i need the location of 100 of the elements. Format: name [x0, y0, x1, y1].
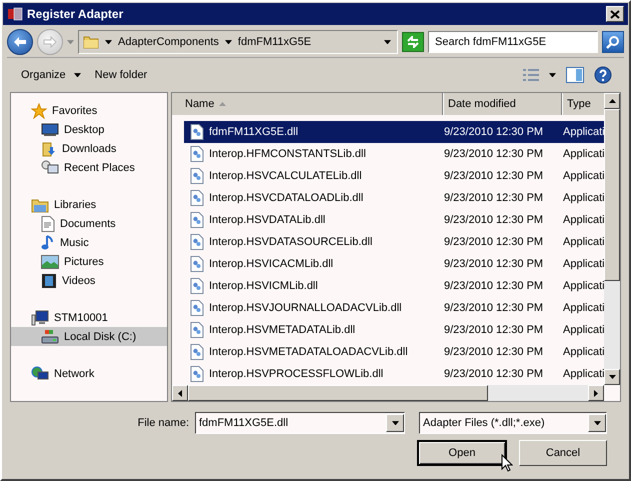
nav-item-label: Downloads — [62, 142, 116, 154]
drive-icon — [41, 328, 59, 344]
nav-item[interactable]: Local Disk (C:) — [11, 327, 167, 346]
scroll-thumb[interactable] — [604, 109, 620, 281]
pane-icon — [566, 67, 584, 83]
file-name: Interop.HSVPROCESSFLOWLib.dll — [209, 368, 384, 380]
file-gear-icon — [190, 234, 204, 250]
view-menu-button[interactable] — [547, 70, 558, 80]
file-row[interactable]: Interop.HSVICACMLib.dll 9/23/2010 12:30 PM Applicati — [184, 253, 604, 275]
breadcrumb-item[interactable]: fdmFM11xG5E — [238, 36, 312, 48]
window-title: Register Adapter — [27, 7, 124, 21]
nav-group-item[interactable]: STM10001 — [11, 308, 167, 327]
file-row[interactable]: Interop.HSVCALCULATELib.dll 9/23/2010 12:30 PM Applicati — [184, 165, 604, 187]
left-arrow-icon — [178, 390, 182, 396]
dropdown-button[interactable] — [386, 414, 404, 432]
scroll-thumb[interactable] — [188, 385, 488, 401]
column-header[interactable]: Date modified — [444, 93, 563, 115]
file-row[interactable]: Interop.HSVJOURNALLOADACVLib.dll 9/23/2010 12:30 PM Applicati — [184, 297, 604, 319]
file-type: Applicati — [563, 280, 604, 292]
file-gear-icon — [190, 168, 204, 184]
file-type: Applicati — [563, 192, 604, 204]
dropdown-caret-icon — [384, 40, 391, 44]
search-field[interactable]: Search fdmFM11xG5E — [428, 31, 598, 53]
file-gear-icon — [190, 322, 204, 338]
scroll-right-button[interactable] — [588, 385, 604, 401]
nav-group-item[interactable]: Favorites — [11, 101, 167, 120]
toolbar-button[interactable]: Organize — [17, 66, 85, 84]
music-note-icon — [41, 234, 55, 250]
column-header[interactable]: Name — [172, 93, 444, 115]
scroll-up-button[interactable] — [604, 93, 620, 109]
dialog-button[interactable]: Cancel — [519, 440, 607, 466]
date-modified: 9/23/2010 12:30 PM — [444, 214, 544, 226]
file-row[interactable]: Interop.HSVICMLib.dll 9/23/2010 12:30 PM Applicati — [184, 275, 604, 297]
down-arrow-icon — [608, 375, 616, 379]
file-gear-icon — [190, 146, 204, 162]
caret-icon — [392, 420, 398, 426]
close-button[interactable] — [606, 6, 624, 22]
monitor-icon — [41, 122, 59, 138]
file-type-dropdown[interactable]: Adapter Files (*.dll;*.exe) — [419, 412, 607, 434]
file-row[interactable]: Interop.HSVDATALib.dll 9/23/2010 12:30 PM Applicati — [184, 209, 604, 231]
nav-item[interactable]: Downloads — [11, 139, 167, 158]
back-button[interactable] — [7, 29, 33, 55]
file-row[interactable]: fdmFM11XG5E.dll 9/23/2010 12:30 PM Applicati — [184, 121, 604, 143]
file-row[interactable]: Interop.HSVCDATALOADLib.dll 9/23/2010 12:30 PM Applicati — [184, 187, 604, 209]
star-icon — [31, 102, 47, 118]
nav-item[interactable]: Recent Places — [11, 158, 167, 177]
nav-item[interactable]: Desktop — [11, 120, 167, 139]
file-name: Interop.HSVJOURNALLOADACVLib.dll — [209, 302, 402, 314]
date-modified: 9/23/2010 12:30 PM — [444, 192, 544, 204]
file-row[interactable]: Interop.HSVPROCESSFLOWLib.dll 9/23/2010 12:30 PM Applicati — [184, 363, 604, 385]
file-row[interactable]: Interop.HSVDATASOURCELib.dll 9/23/2010 12:30 PM Applicati — [184, 231, 604, 253]
horizontal-scrollbar[interactable] — [172, 385, 604, 401]
file-gear-icon — [190, 256, 204, 272]
folder-icon — [83, 34, 99, 50]
nav-item-label: Local Disk (C:) — [64, 330, 136, 342]
file-row[interactable]: Interop.HFMCONSTANTSLib.dll 9/23/2010 12:30 PM Applicati — [184, 143, 604, 165]
toolbar-button[interactable]: New folder — [90, 66, 152, 84]
file-gear-icon — [190, 124, 204, 140]
file-name: Interop.HSVICMLib.dll — [209, 280, 318, 292]
help-button[interactable] — [592, 64, 614, 86]
nav-item[interactable]: Music — [11, 233, 167, 252]
file-row[interactable]: Interop.HSVMETADATALOADACVLib.dll 9/23/2010 12:30 PM Applicati — [184, 341, 604, 363]
file-name: Interop.HSVCDATALOADLib.dll — [209, 192, 364, 204]
landscape-icon — [41, 254, 59, 268]
date-modified: 9/23/2010 12:30 PM — [444, 324, 544, 336]
nav-group-label: Favorites — [52, 104, 98, 116]
nav-item[interactable]: Pictures — [11, 252, 167, 271]
nav-item-label: Documents — [60, 218, 116, 230]
computer-icon — [31, 310, 49, 326]
nav-group-label: Libraries — [54, 198, 96, 210]
refresh-button[interactable] — [402, 32, 424, 52]
preview-pane-button[interactable] — [564, 65, 586, 85]
nav-group-label: STM10001 — [54, 312, 108, 324]
file-name: Interop.HSVCALCULATELib.dll — [209, 170, 362, 182]
file-type: Applicati — [563, 302, 604, 314]
caret-icon — [594, 420, 600, 426]
date-modified: 9/23/2010 12:30 PM — [444, 346, 544, 358]
film-icon — [41, 272, 57, 288]
file-type: Applicati — [563, 324, 604, 336]
search-button[interactable] — [602, 31, 624, 53]
scroll-left-button[interactable] — [172, 385, 188, 401]
file-name-field[interactable]: fdmFM11XG5E.dll — [195, 412, 405, 434]
file-gear-icon — [190, 212, 204, 228]
breadcrumb-item[interactable]: AdapterComponents — [118, 36, 219, 48]
help-icon — [594, 66, 612, 84]
nav-item[interactable]: Videos — [11, 271, 167, 290]
file-row[interactable]: Interop.HSVMETADATALib.dll 9/23/2010 12:30 PM Applicati — [184, 319, 604, 341]
file-name: Interop.HSVICACMLib.dll — [209, 258, 334, 270]
network-icon — [31, 366, 49, 382]
nav-item[interactable]: Documents — [11, 214, 167, 233]
right-arrow-icon — [43, 36, 57, 48]
file-name: Interop.HSVDATASOURCELib.dll — [209, 236, 372, 248]
address-bar[interactable]: AdapterComponents fdmFM11xG5E — [78, 30, 398, 54]
file-gear-icon — [190, 190, 204, 206]
nav-group-item[interactable]: Libraries — [11, 195, 167, 214]
nav-group-item[interactable]: Network — [11, 364, 167, 383]
vertical-scrollbar[interactable] — [604, 93, 620, 385]
scroll-down-button[interactable] — [604, 369, 620, 385]
sort-arrow-icon — [219, 102, 226, 106]
dropdown-button[interactable] — [588, 414, 606, 432]
